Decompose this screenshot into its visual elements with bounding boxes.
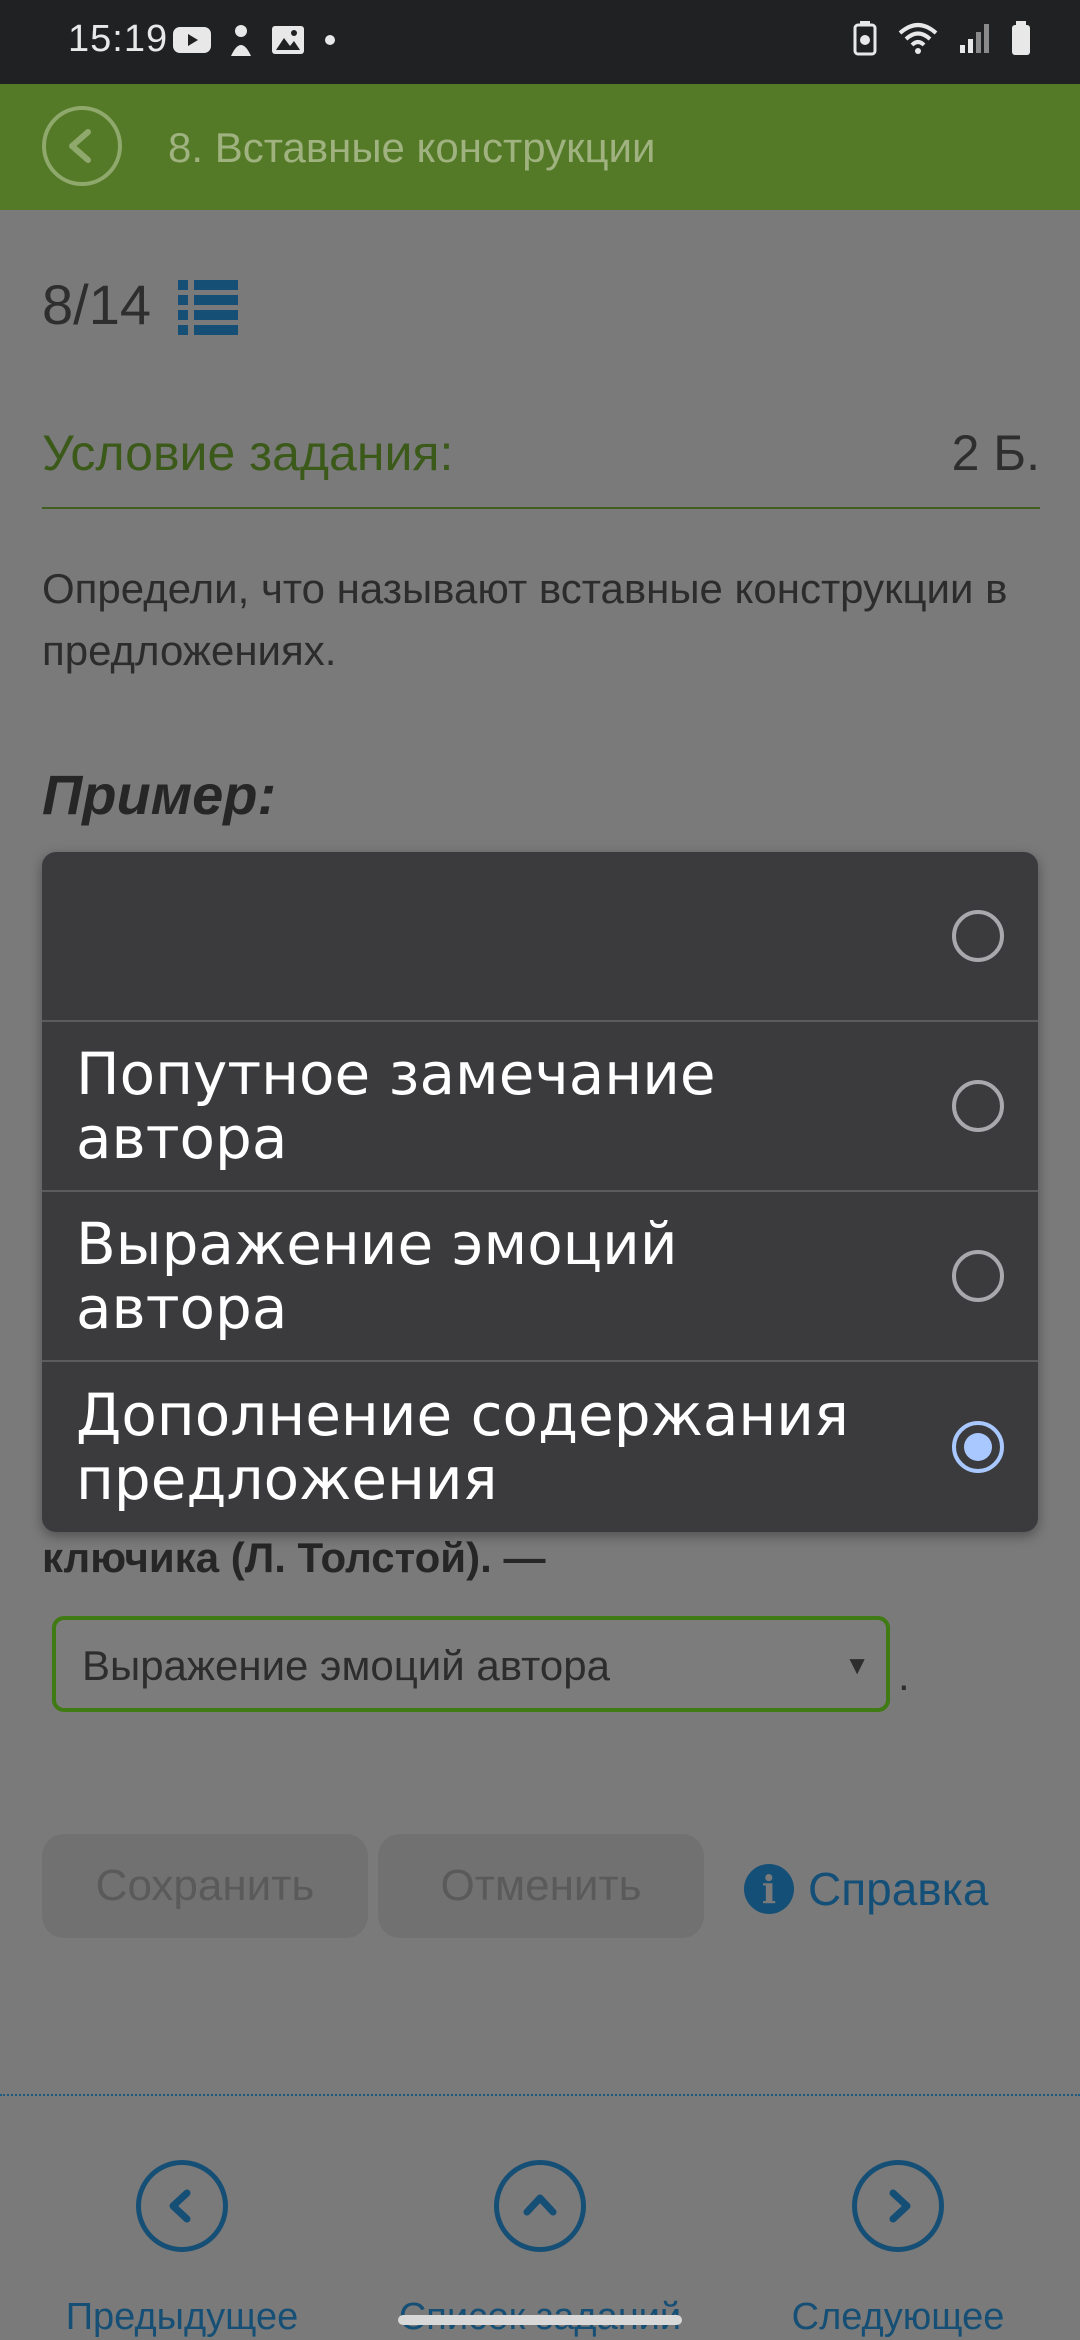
help-link[interactable]: i Справка — [744, 1862, 988, 1916]
help-label: Справка — [808, 1863, 989, 1915]
radio-unchecked-icon — [952, 1080, 1004, 1132]
next-task-button[interactable]: Следующее — [748, 2160, 1048, 2339]
question-text: Определи, что называют вставные конструк… — [42, 565, 1008, 674]
app-notification-icon — [231, 25, 251, 56]
answer-select[interactable]: Выражение эмоций автора ▼ — [52, 1616, 890, 1712]
condition-divider — [42, 507, 1040, 509]
task-list-button[interactable]: Список заданий — [390, 2160, 690, 2339]
prev-circle — [136, 2160, 228, 2252]
chevron-right-icon — [889, 2189, 911, 2223]
app-header: 8. Вставные конструкции — [0, 84, 1080, 210]
bottom-divider — [0, 2094, 1080, 2096]
prev-label: Предыдущее — [65, 2296, 299, 2338]
radio-checked-icon — [952, 1421, 1004, 1473]
radio-unchecked-icon — [952, 910, 1004, 962]
task-counter: 8/14 — [42, 273, 151, 336]
option-label: Выражение эмоций автора — [76, 1210, 678, 1342]
status-system-icons — [852, 20, 1032, 56]
example-title: Пример: — [42, 763, 277, 826]
image-icon — [272, 26, 304, 54]
status-bar: 15:19 — [0, 0, 1080, 84]
list-circle — [494, 2160, 586, 2252]
answer-select-value: Выражение эмоций автора — [82, 1642, 610, 1689]
page-title: 8. Вставные конструкции — [168, 124, 656, 171]
dot-icon — [325, 35, 335, 45]
chevron-up-icon — [523, 2194, 557, 2216]
option-label: Попутное замечание автора — [76, 1040, 716, 1172]
option-blank[interactable] — [42, 852, 1038, 1022]
chevron-left-icon — [69, 129, 91, 163]
status-time: 15:19 — [68, 18, 169, 60]
status-notifications — [172, 22, 340, 58]
wifi-icon — [898, 23, 938, 54]
info-icon: i — [744, 1864, 794, 1914]
option-label: Дополнение содержания предложения — [76, 1381, 849, 1513]
points-label: 2 Б. — [951, 425, 1040, 481]
next-circle — [852, 2160, 944, 2252]
answer-options-popup: Попутное замечание автора Выражение эмоц… — [42, 852, 1038, 1532]
chevron-left-icon — [169, 2189, 191, 2223]
signal-icon — [960, 24, 989, 53]
battery-saver-icon — [853, 21, 877, 56]
back-button[interactable] — [42, 106, 122, 186]
home-indicator[interactable] — [398, 2315, 682, 2325]
cancel-button[interactable]: Отменить — [378, 1834, 704, 1938]
youtube-icon — [173, 27, 211, 53]
next-label: Следующее — [791, 2296, 1005, 2338]
battery-icon — [1012, 21, 1030, 55]
radio-unchecked-icon — [952, 1250, 1004, 1302]
dropdown-arrow-icon: ▼ — [844, 1650, 870, 1680]
save-button[interactable]: Сохранить — [42, 1834, 368, 1938]
option-author-remark[interactable]: Попутное замечание автора — [42, 1022, 1038, 1192]
example-sentence-tail: ключика (Л. Толстой). — — [42, 1534, 546, 1581]
task-list-icon[interactable] — [178, 278, 240, 336]
sentence-period: . — [898, 1652, 910, 1699]
option-sentence-addition[interactable]: Дополнение содержания предложения — [42, 1362, 1038, 1532]
option-author-emotions[interactable]: Выражение эмоций автора — [42, 1192, 1038, 1362]
prev-task-button[interactable]: Предыдущее — [32, 2160, 332, 2339]
condition-title: Условие задания: — [42, 425, 454, 481]
